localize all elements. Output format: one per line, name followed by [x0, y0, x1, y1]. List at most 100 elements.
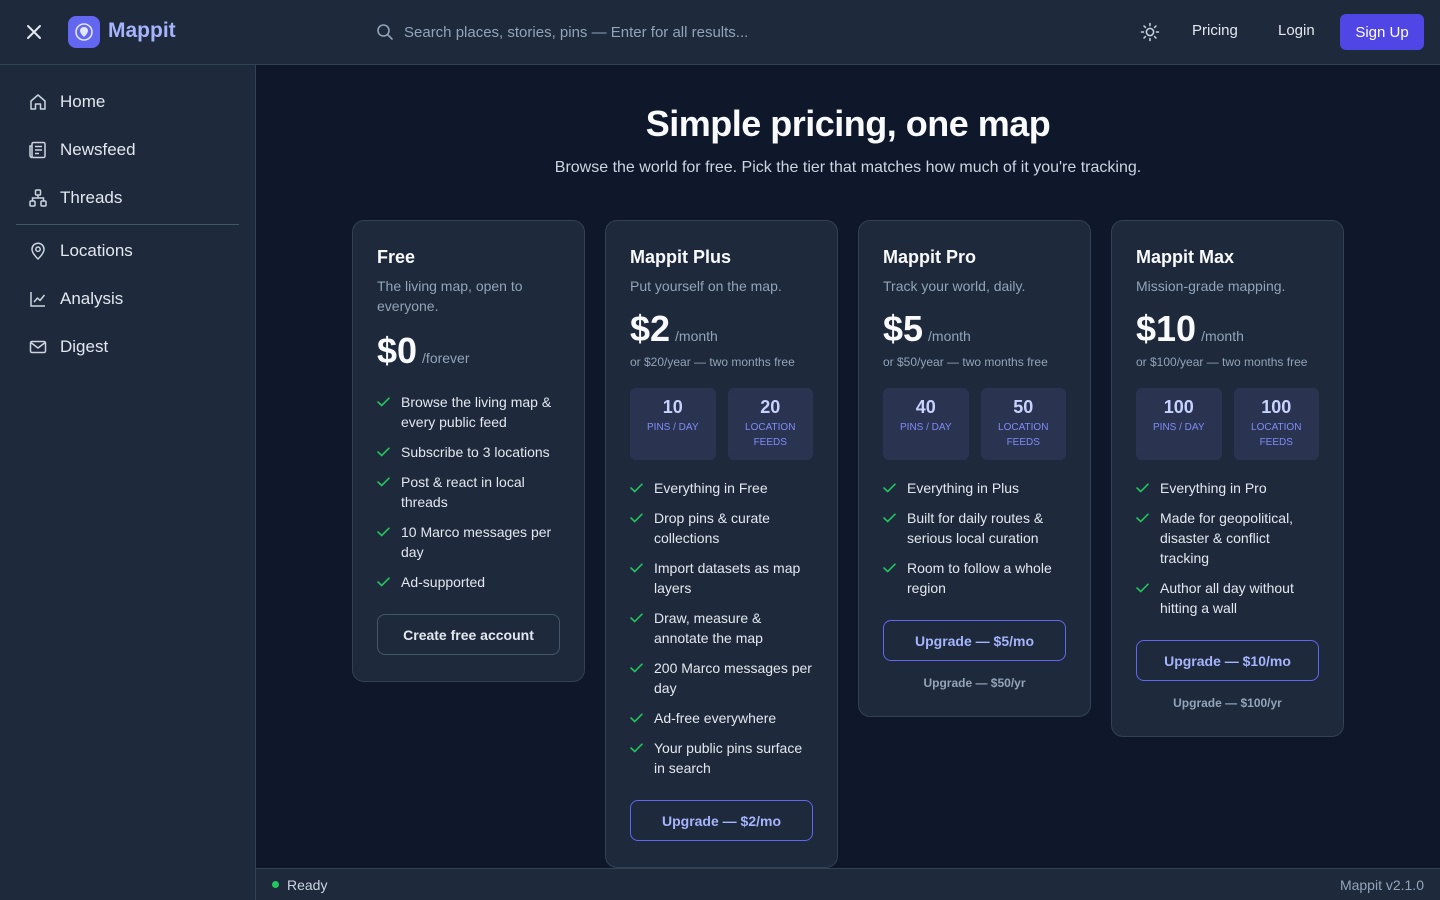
sidebar: Home Newsfeed Threads Locations Analysis… — [0, 65, 256, 900]
plan-yearly-note: or $50/year — two months free — [883, 355, 1048, 369]
check-icon — [883, 478, 897, 498]
check-icon — [377, 442, 391, 462]
pricing-main: Simple pricing, one map Browse the world… — [256, 65, 1440, 868]
plan-name: Mappit Pro — [883, 247, 976, 267]
plan-price: $0 — [377, 330, 418, 371]
search-icon — [377, 24, 393, 40]
upgrade-plus-button[interactable]: Upgrade — $2/mo — [630, 800, 813, 841]
check-icon — [1136, 508, 1150, 528]
feature-item: Subscribe to 3 locations — [377, 442, 560, 462]
feature-item: Ad-supported — [377, 572, 560, 592]
check-icon — [630, 478, 644, 498]
check-icon — [630, 508, 644, 528]
top-bar: Mappit Pricing Login Sign Up — [0, 0, 1440, 65]
upgrade-max-yearly-link[interactable]: Upgrade — $100/yr — [1136, 696, 1319, 710]
plan-yearly-note: or $20/year — two months free — [630, 355, 795, 369]
mail-icon — [28, 337, 48, 357]
plan-desc: The living map, open to everyone. — [377, 278, 523, 314]
pricing-link[interactable]: Pricing — [1192, 22, 1238, 39]
check-icon — [630, 608, 644, 628]
home-icon — [28, 92, 48, 112]
upgrade-max-button[interactable]: Upgrade — $10/mo — [1136, 640, 1319, 681]
feature-item: Ad-free everywhere — [630, 708, 813, 728]
plan-card-plus: Mappit Plus Put yourself on the map. $2 … — [605, 220, 838, 868]
plan-quotas: 100 PINS / DAY 100 LOCATION FEEDS — [1136, 388, 1319, 460]
upgrade-pro-yearly-link[interactable]: Upgrade — $50/yr — [883, 676, 1066, 690]
newspaper-icon — [28, 140, 48, 160]
logo-icon[interactable] — [68, 16, 100, 48]
feature-list: Browse the living map & every public fee… — [377, 392, 560, 592]
feature-item: Draw, measure & annotate the map — [630, 608, 813, 648]
feature-item: Everything in Free — [630, 478, 813, 498]
plan-period: /month — [928, 328, 971, 344]
quota-pins: 100 PINS / DAY — [1136, 388, 1222, 460]
plan-desc: Mission-grade mapping. — [1136, 278, 1286, 294]
sidebar-item-threads[interactable]: Threads — [16, 178, 239, 218]
sidebar-item-analysis[interactable]: Analysis — [16, 279, 239, 319]
network-icon — [28, 188, 48, 208]
search-input[interactable] — [404, 23, 1004, 41]
sidebar-item-label: Threads — [60, 188, 123, 207]
close-icon[interactable] — [22, 20, 46, 44]
plan-card-max: Mappit Max Mission-grade mapping. $10 /m… — [1111, 220, 1344, 737]
signup-button[interactable]: Sign Up — [1340, 14, 1424, 50]
plan-price: $2 — [630, 308, 671, 349]
feature-list: Everything in Free Drop pins & curate co… — [630, 478, 813, 778]
sidebar-item-locations[interactable]: Locations — [16, 231, 239, 271]
feature-item: Browse the living map & every public fee… — [377, 392, 560, 432]
plan-yearly-note: or $100/year — two months free — [1136, 355, 1308, 369]
plan-card-pro: Mappit Pro Track your world, daily. $5 /… — [858, 220, 1091, 717]
sidebar-item-label: Locations — [60, 241, 133, 260]
feature-item: Everything in Plus — [883, 478, 1066, 498]
feature-list: Everything in Pro Made for geopolitical,… — [1136, 478, 1319, 618]
status-text: Ready — [287, 876, 328, 893]
feature-item: Post & react in local threads — [377, 472, 560, 512]
plan-period: /month — [675, 328, 718, 344]
feature-item: Your public pins surface in search — [630, 738, 813, 778]
sidebar-divider — [16, 224, 239, 225]
brand-name[interactable]: Mappit — [108, 19, 176, 43]
check-icon — [630, 738, 644, 758]
check-icon — [1136, 578, 1150, 598]
sidebar-item-label: Analysis — [60, 289, 124, 308]
search-bar[interactable] — [376, 18, 1076, 46]
check-icon — [630, 658, 644, 678]
sidebar-item-digest[interactable]: Digest — [16, 327, 239, 367]
plan-quotas: 10 PINS / DAY 20 LOCATION FEEDS — [630, 388, 813, 460]
quota-pins: 10 PINS / DAY — [630, 388, 716, 460]
feature-item: 10 Marco messages per day — [377, 522, 560, 562]
plan-price: $10 — [1136, 308, 1197, 349]
check-icon — [377, 522, 391, 542]
login-link[interactable]: Login — [1278, 22, 1315, 39]
plan-period: /forever — [422, 350, 470, 366]
plan-quotas: 40 PINS / DAY 50 LOCATION FEEDS — [883, 388, 1066, 460]
feature-item: Author all day without hitting a wall — [1136, 578, 1319, 618]
quota-feeds: 100 LOCATION FEEDS — [1233, 388, 1319, 460]
quota-feeds: 50 LOCATION FEEDS — [980, 388, 1066, 460]
page-title: Simple pricing, one map — [645, 103, 1051, 144]
status-bar: Ready Mappit v2.1.0 — [256, 868, 1440, 900]
page-subtitle: Browse the world for free. Pick the tier… — [554, 159, 1142, 176]
map-pin-icon — [28, 241, 48, 261]
sidebar-item-newsfeed[interactable]: Newsfeed — [16, 130, 239, 170]
feature-list: Everything in Plus Built for daily route… — [883, 478, 1066, 598]
app-version: Mappit v2.1.0 — [1339, 877, 1424, 893]
feature-item: Import datasets as map layers — [630, 558, 813, 598]
sidebar-item-home[interactable]: Home — [16, 82, 239, 122]
plan-desc: Put yourself on the map. — [630, 278, 782, 294]
sidebar-item-label: Digest — [60, 337, 109, 356]
plan-desc: Track your world, daily. — [883, 278, 1026, 294]
check-icon — [377, 392, 391, 412]
plan-name: Mappit Max — [1136, 247, 1235, 267]
upgrade-pro-button[interactable]: Upgrade — $5/mo — [883, 620, 1066, 661]
plan-name: Mappit Plus — [630, 247, 732, 267]
feature-item: Built for daily routes & serious local c… — [883, 508, 1066, 548]
create-free-account-button[interactable]: Create free account — [377, 614, 560, 655]
feature-item: Made for geopolitical, disaster & confli… — [1136, 508, 1319, 568]
theme-toggle-sun-icon[interactable] — [1138, 20, 1162, 44]
line-chart-icon — [28, 289, 48, 309]
status-dot-icon — [272, 881, 279, 888]
check-icon — [630, 558, 644, 578]
check-icon — [630, 708, 644, 728]
sidebar-item-label: Newsfeed — [60, 140, 136, 159]
